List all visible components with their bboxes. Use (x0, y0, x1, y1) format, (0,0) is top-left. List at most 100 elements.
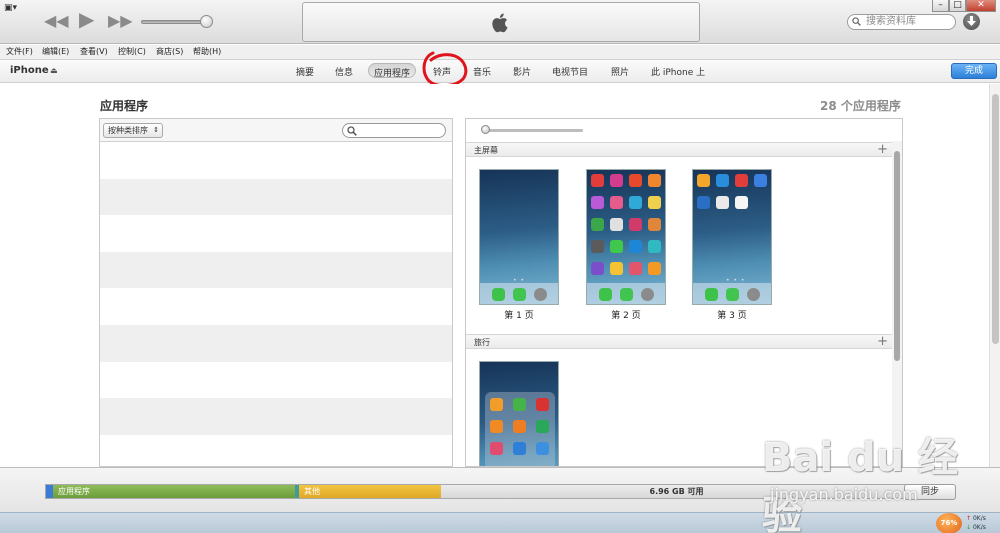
sync-button[interactable]: 同步 (904, 484, 956, 500)
tab-tv-shows[interactable]: 电视节目 (552, 65, 588, 78)
volume-slider-knob[interactable] (200, 15, 213, 28)
play-icon[interactable]: ▶ (79, 9, 94, 29)
tab-on-this-iphone[interactable]: 此 iPhone 上 (651, 65, 705, 78)
app-icon[interactable] (629, 174, 642, 187)
settings-app-icon[interactable] (534, 288, 547, 301)
phone-app-icon[interactable] (705, 288, 718, 301)
menu-edit[interactable]: 编辑(E) (42, 46, 69, 57)
next-track-icon[interactable]: ▶▶ (108, 11, 133, 31)
system-menu-icon[interactable]: ▣▾ (4, 3, 20, 13)
apple-logo-icon (492, 13, 508, 33)
settings-app-icon[interactable] (747, 288, 760, 301)
app-icon[interactable] (629, 262, 642, 275)
app-icon[interactable] (648, 196, 661, 209)
phone-app-icon[interactable] (492, 288, 505, 301)
app-icon[interactable] (735, 174, 748, 187)
list-item[interactable] (100, 142, 452, 179)
sort-by-select[interactable]: 按种类排序 ⇕ (103, 123, 163, 138)
app-icon[interactable] (735, 196, 748, 209)
list-item[interactable] (100, 435, 452, 466)
library-search-input[interactable]: 搜索资料库 (847, 14, 956, 30)
app-icon[interactable] (610, 218, 623, 231)
app-icon[interactable] (610, 262, 623, 275)
list-item[interactable] (100, 251, 452, 289)
tab-music[interactable]: 音乐 (473, 65, 491, 78)
app-icon[interactable] (697, 196, 710, 209)
menu-view[interactable]: 查看(V) (80, 46, 108, 57)
window-minimize-button[interactable]: – (932, 0, 949, 12)
menu-help[interactable]: 帮助(H) (193, 46, 221, 57)
app-icon[interactable] (610, 240, 623, 253)
phone-app-icon[interactable] (599, 288, 612, 301)
app-icon[interactable] (513, 442, 526, 455)
home-screens-scrollbar[interactable] (892, 141, 902, 466)
settings-app-icon[interactable] (641, 288, 654, 301)
app-icon[interactable] (629, 218, 642, 231)
window-close-button[interactable]: ✕ (966, 0, 996, 12)
list-item[interactable] (100, 324, 452, 362)
app-icon[interactable] (591, 240, 604, 253)
messages-app-icon[interactable] (620, 288, 633, 301)
home-screen-page-3[interactable]: • • • (692, 169, 772, 305)
app-icon[interactable] (697, 174, 710, 187)
app-icon[interactable] (536, 398, 549, 411)
app-icon[interactable] (648, 218, 661, 231)
main-scrollbar[interactable] (989, 84, 1000, 467)
add-page-icon[interactable]: + (877, 334, 888, 349)
home-screen-page-2[interactable] (586, 169, 666, 305)
folder-page[interactable] (479, 361, 559, 466)
scrollbar-thumb[interactable] (894, 151, 900, 361)
tab-movies[interactable]: 影片 (513, 65, 531, 78)
app-icon[interactable] (648, 262, 661, 275)
app-icon[interactable] (513, 420, 526, 433)
app-icon[interactable] (591, 218, 604, 231)
list-item[interactable] (100, 288, 452, 325)
app-icon[interactable] (536, 420, 549, 433)
capacity-segment-audio (46, 485, 53, 498)
add-page-icon[interactable]: + (877, 142, 888, 157)
menu-store[interactable]: 商店(S) (156, 46, 183, 57)
app-icon[interactable] (629, 196, 642, 209)
app-icon[interactable] (490, 442, 503, 455)
previous-track-icon[interactable]: ◀◀ (44, 11, 69, 31)
zoom-slider-knob[interactable] (481, 125, 490, 134)
list-item[interactable] (100, 178, 452, 216)
app-icon[interactable] (610, 196, 623, 209)
app-search-input[interactable] (342, 123, 446, 138)
menu-file[interactable]: 文件(F) (6, 46, 33, 57)
app-icon[interactable] (513, 398, 526, 411)
tab-info[interactable]: 信息 (335, 65, 353, 78)
app-icon[interactable] (536, 442, 549, 455)
device-name[interactable]: iPhone (10, 65, 49, 76)
downloads-button[interactable] (963, 13, 980, 30)
tab-summary[interactable]: 摘要 (296, 65, 314, 78)
list-item[interactable] (100, 215, 452, 252)
app-icon[interactable] (716, 174, 729, 187)
app-icon[interactable] (754, 174, 767, 187)
list-item[interactable] (100, 398, 452, 435)
list-item[interactable] (100, 362, 452, 399)
done-button[interactable]: 完成 (951, 63, 997, 79)
app-icon[interactable] (716, 196, 729, 209)
scrollbar-thumb[interactable] (992, 94, 999, 344)
messages-app-icon[interactable] (726, 288, 739, 301)
upload-arrow-icon: ↑ (966, 515, 972, 522)
app-icon[interactable] (629, 240, 642, 253)
app-icon[interactable] (591, 174, 604, 187)
app-icon[interactable] (610, 174, 623, 187)
app-icon[interactable] (591, 262, 604, 275)
home-screen-page-1[interactable]: • • (479, 169, 559, 305)
app-icon[interactable] (490, 420, 503, 433)
app-icon[interactable] (648, 174, 661, 187)
network-monitor-badge[interactable]: 76% (936, 513, 962, 533)
window-maximize-button[interactable]: □ (949, 0, 966, 12)
tab-photos[interactable]: 照片 (611, 65, 629, 78)
messages-app-icon[interactable] (513, 288, 526, 301)
app-icon[interactable] (648, 240, 661, 253)
eject-icon[interactable]: ⏏ (50, 66, 58, 75)
zoom-slider[interactable] (483, 129, 583, 132)
tab-apps[interactable]: 应用程序 (368, 63, 417, 79)
menu-controls[interactable]: 控制(C) (118, 46, 146, 57)
app-icon[interactable] (490, 398, 503, 411)
app-icon[interactable] (591, 196, 604, 209)
